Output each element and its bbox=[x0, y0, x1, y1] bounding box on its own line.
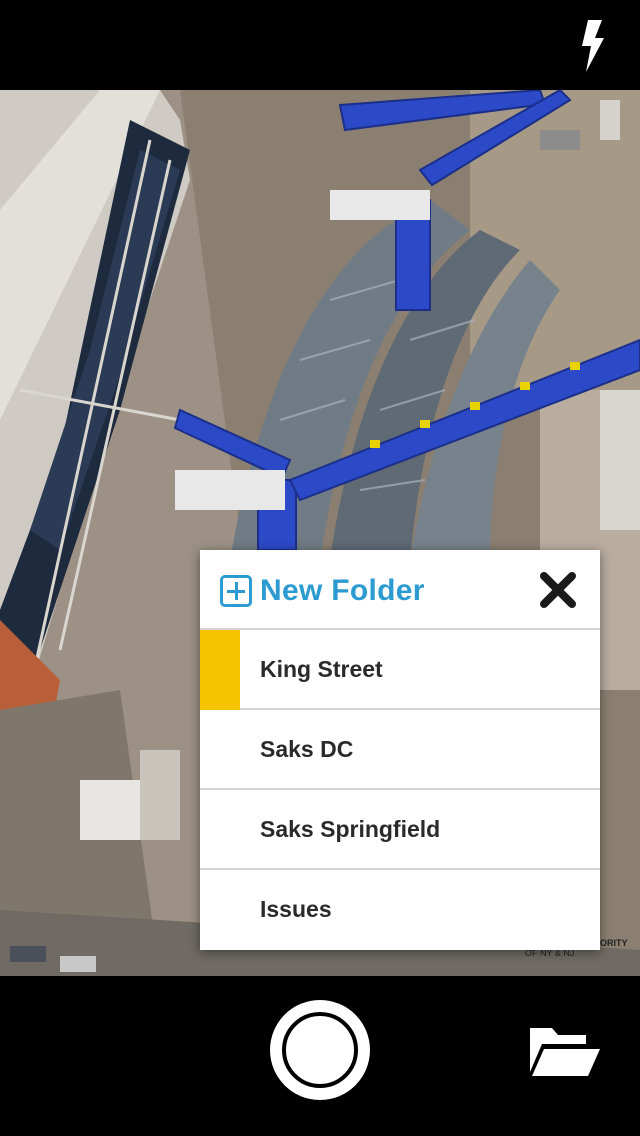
folder-label: King Street bbox=[260, 656, 383, 682]
folder-label: Saks Springfield bbox=[260, 816, 441, 842]
flash-button[interactable] bbox=[574, 18, 614, 74]
folder-picker-popup: New Folder King Street Saks DC Saks Spri… bbox=[200, 550, 600, 950]
folder-row-saks-springfield[interactable]: Saks Springfield bbox=[200, 790, 600, 870]
row-marker bbox=[200, 710, 240, 790]
shutter-button[interactable] bbox=[270, 1000, 370, 1100]
plus-square-icon bbox=[220, 575, 252, 607]
top-bar bbox=[0, 0, 640, 90]
bottom-bar bbox=[0, 976, 640, 1136]
row-marker bbox=[200, 870, 240, 950]
new-folder-label: New Folder bbox=[260, 574, 425, 607]
close-x-icon bbox=[540, 572, 576, 608]
photo-watermark-right: ORITY bbox=[600, 938, 628, 948]
folder-button[interactable] bbox=[526, 1022, 602, 1080]
folder-list: King Street Saks DC Saks Springfield Iss… bbox=[200, 630, 600, 948]
lightning-bolt-icon bbox=[582, 20, 604, 72]
popup-header: New Folder bbox=[200, 550, 600, 630]
close-button[interactable] bbox=[538, 570, 578, 610]
selected-marker bbox=[200, 630, 240, 710]
row-marker bbox=[200, 790, 240, 870]
folder-row-issues[interactable]: Issues bbox=[200, 870, 600, 948]
new-folder-button[interactable]: New Folder bbox=[220, 573, 425, 609]
folder-label: Saks DC bbox=[260, 736, 354, 762]
shutter-circle-icon bbox=[282, 1012, 358, 1088]
open-folder-icon bbox=[530, 1028, 600, 1076]
folder-row-king-street[interactable]: King Street bbox=[200, 630, 600, 710]
folder-label: Issues bbox=[260, 896, 332, 922]
folder-row-saks-dc[interactable]: Saks DC bbox=[200, 710, 600, 790]
